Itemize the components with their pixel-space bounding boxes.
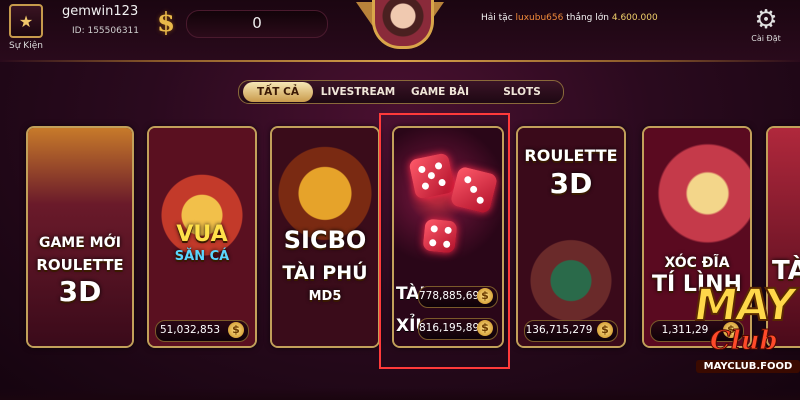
- card-title-line1: XÓC ĐĨA: [664, 255, 730, 271]
- star-icon: ★: [9, 4, 43, 38]
- ticker-mid: thắng lớn: [566, 13, 609, 23]
- avatar-frame[interactable]: [356, 0, 444, 56]
- balance-value: 0: [252, 14, 262, 32]
- logo-club: Club: [710, 326, 779, 357]
- game-card-roulette-new[interactable]: GAME MỚI ROULETTE 3D: [26, 126, 134, 348]
- balance-box[interactable]: 0: [186, 10, 328, 38]
- tab-all[interactable]: TẤT CẢ: [243, 82, 313, 102]
- events-button[interactable]: ★ Sự Kiện: [6, 4, 46, 56]
- gear-icon: ⚙: [754, 5, 778, 35]
- dollar-icon[interactable]: $: [154, 8, 178, 38]
- coin-icon: $: [597, 322, 613, 338]
- card-title-line2: 3D: [549, 167, 593, 200]
- logo-domain: MAYCLUB.FOOD: [696, 360, 800, 373]
- ticker-user: luxubu656: [515, 13, 564, 23]
- jackpot-value: 136,715,279: [525, 324, 593, 336]
- settings-button[interactable]: ⚙ Cài Đặt: [746, 6, 786, 56]
- ticker-amount: 4.600.000: [611, 13, 658, 23]
- game-card-sicbo-tai-phu[interactable]: SICBO TÀI PHÚ MD5: [270, 126, 380, 348]
- mayclub-logo: MAY Club MAYCLUB.FOOD: [689, 279, 800, 400]
- tab-livestream[interactable]: LIVESTREAM: [317, 82, 399, 102]
- win-ticker: Hải tặc luxubu656 thắng lớn 4.600.000: [481, 13, 658, 23]
- settings-label: Cài Đặt: [751, 34, 781, 43]
- logo-may: MAY: [689, 279, 798, 332]
- jackpot-value: 51,032,853: [159, 324, 221, 336]
- bottom-strip: [0, 388, 800, 400]
- jackpot-box: 136,715,279 $: [524, 320, 618, 342]
- card-title-line2: TÀI PHÚ: [282, 262, 368, 284]
- top-bar: ★ Sự Kiện gemwin123 ID: 155506311 $ 0 Hả…: [0, 0, 800, 62]
- category-tabs: TẤT CẢ LIVESTREAM GAME BÀI SLOTS: [238, 80, 564, 104]
- tab-slots[interactable]: SLOTS: [481, 82, 563, 102]
- ticker-prefix: Hải tặc: [481, 13, 513, 23]
- card-title-line2: ROULETTE: [36, 256, 124, 274]
- card-title-line3: 3D: [58, 275, 102, 308]
- card-title-line2: SĂN CÁ: [174, 249, 230, 264]
- user-id: ID: 155506311: [72, 26, 140, 36]
- card-title-line1: GAME MỚI: [38, 235, 122, 251]
- selection-highlight: [379, 113, 510, 369]
- avatar[interactable]: [372, 0, 434, 49]
- jackpot-box: 51,032,853 $: [155, 320, 249, 342]
- card-title-line1: ROULETTE: [524, 146, 618, 165]
- card-title-line1: VUA: [176, 222, 228, 247]
- coin-icon: $: [228, 322, 244, 338]
- events-label: Sự Kiện: [9, 41, 43, 51]
- card-title-line1: SICBO: [283, 226, 367, 254]
- game-card-vua-san-ca[interactable]: VUA SĂN CÁ 51,032,853 $: [147, 126, 257, 348]
- game-card-roulette-3d[interactable]: ROULETTE 3D 136,715,279 $: [516, 126, 626, 348]
- username: gemwin123: [62, 4, 139, 19]
- tab-game-bai[interactable]: GAME BÀI: [399, 82, 481, 102]
- card-subtitle: MD5: [308, 289, 342, 304]
